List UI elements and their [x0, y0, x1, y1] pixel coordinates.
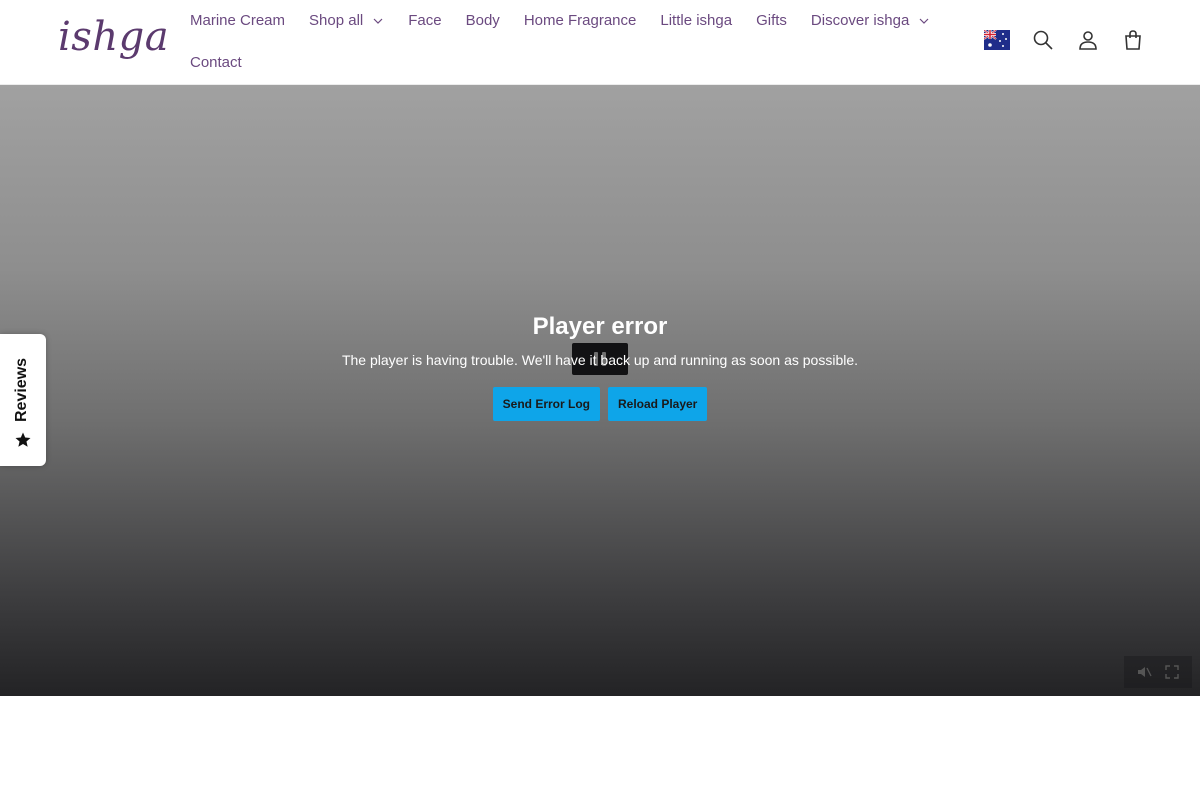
chevron-down-icon: [373, 18, 383, 24]
mute-icon[interactable]: [1136, 664, 1152, 680]
nav-item-label: Contact: [190, 54, 242, 71]
nav-item-label: Discover ishga: [810, 12, 910, 29]
player-controls: [1124, 656, 1192, 688]
nav-item-little-ishga[interactable]: Little ishga: [660, 12, 732, 29]
reviews-tab[interactable]: Reviews: [0, 334, 46, 466]
nav-item-label: Home Fragrance: [523, 12, 637, 29]
reviews-tab-label: Reviews: [13, 357, 30, 422]
nav-item-marine-cream[interactable]: Marine Cream: [190, 12, 285, 29]
nav-item-discover-ishga[interactable]: Discover ishga: [811, 12, 930, 29]
search-icon[interactable]: [1031, 28, 1055, 52]
nav-item-gifts[interactable]: Gifts: [756, 12, 787, 29]
nav-item-label: Marine Cream: [190, 12, 286, 29]
chevron-down-icon: [919, 18, 929, 24]
header-icons: [984, 28, 1145, 52]
nav-item-label: Face: [408, 12, 442, 29]
nav-item-home-fragrance[interactable]: Home Fragrance: [524, 12, 637, 29]
nav-item-label: Shop all: [309, 12, 364, 29]
video-player[interactable]: Player error The player is having troubl…: [0, 85, 1200, 696]
site-header: ishga Marine Cream Shop all Face Body Ho…: [0, 0, 1200, 85]
send-error-log-button[interactable]: Send Error Log: [492, 387, 600, 421]
cart-icon[interactable]: [1121, 28, 1145, 52]
account-icon[interactable]: [1076, 28, 1100, 52]
nav-item-label: Body: [465, 12, 500, 29]
nav-item-face[interactable]: Face: [408, 12, 441, 29]
nav-item-body[interactable]: Body: [466, 12, 500, 29]
brand-logo[interactable]: ishga: [58, 14, 169, 60]
reload-player-button[interactable]: Reload Player: [607, 387, 708, 421]
nav-item-contact[interactable]: Contact: [190, 54, 242, 71]
player-error-message: The player is having trouble. We'll have…: [341, 352, 859, 368]
australia-flag-icon[interactable]: [984, 30, 1010, 50]
fullscreen-icon[interactable]: [1164, 664, 1180, 680]
nav-item-shop-all[interactable]: Shop all: [309, 12, 384, 29]
main-nav-row-2: Contact: [190, 54, 266, 71]
main-nav: Marine Cream Shop all Face Body Home Fra…: [190, 12, 954, 29]
nav-item-label: Gifts: [756, 12, 787, 29]
star-icon: [15, 432, 31, 447]
nav-item-label: Little ishga: [660, 12, 733, 29]
player-error-title: Player error: [532, 313, 668, 340]
player-error-actions: Send Error Log Reload Player: [0, 387, 1200, 421]
